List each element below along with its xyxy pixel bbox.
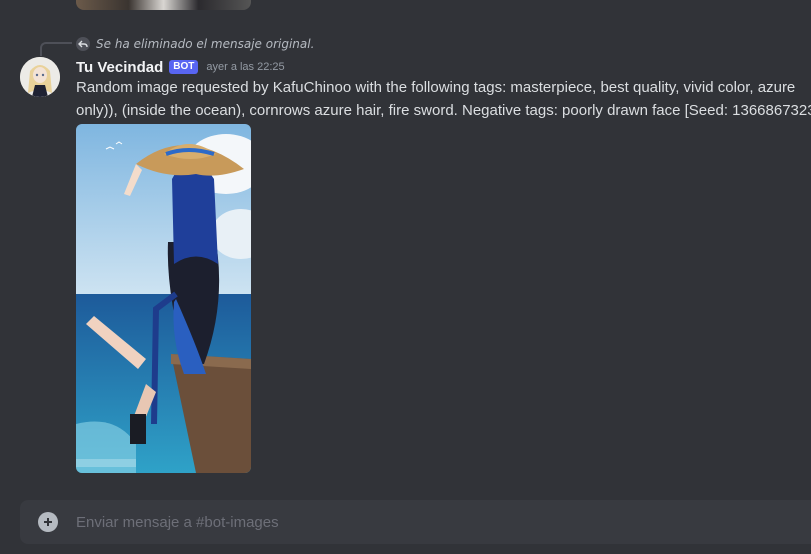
message-composer: [20, 500, 811, 544]
previous-attachment-image[interactable]: [76, 0, 251, 10]
author-username[interactable]: Tu Vecindad: [76, 59, 163, 76]
message-text-line-2: only)), (inside the ocean), cornrows azu…: [76, 102, 811, 119]
reply-arrow-icon: [76, 37, 90, 51]
message-input[interactable]: [76, 500, 796, 544]
message-text-line-1: Random image requested by KafuChinoo wit…: [76, 79, 796, 96]
reply-deleted-text: Se ha eliminado el mensaje original.: [96, 37, 315, 51]
bot-badge: BOT: [169, 60, 199, 74]
image-attachment[interactable]: [76, 124, 251, 473]
message-header: Tu Vecindad BOT ayer a las 22:25: [76, 57, 285, 77]
plus-icon: [44, 518, 52, 526]
reply-reference: Se ha eliminado el mensaje original.: [76, 36, 314, 52]
avatar[interactable]: [20, 57, 60, 97]
message-timestamp[interactable]: ayer a las 22:25: [206, 61, 284, 73]
reply-spine: [40, 42, 72, 56]
add-attachment-button[interactable]: [38, 512, 58, 532]
